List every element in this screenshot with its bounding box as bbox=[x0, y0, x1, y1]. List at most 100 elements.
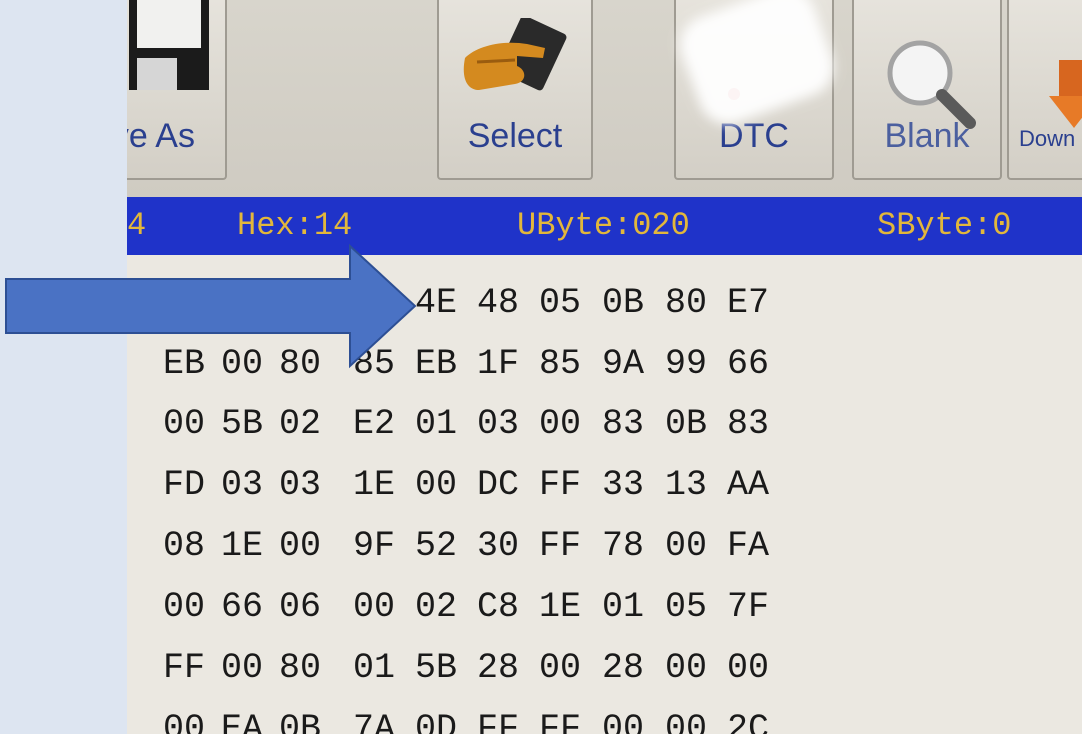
hex-byte-cell[interactable]: C8 bbox=[477, 577, 539, 637]
hex-byte-cell[interactable]: 0B bbox=[602, 273, 664, 333]
hex-byte-cell[interactable]: 5B bbox=[221, 394, 283, 454]
download-button[interactable]: Down bbox=[1007, 0, 1082, 180]
hex-byte-cell[interactable]: 00 bbox=[727, 638, 789, 698]
hex-byte-cell[interactable]: 78 bbox=[602, 516, 664, 576]
hex-byte-cell[interactable]: 00 bbox=[221, 334, 283, 394]
status-bar: 4 Hex:14 UByte:020 SByte:0 bbox=[127, 197, 1082, 255]
hex-byte-cell[interactable]: 13 bbox=[665, 455, 727, 515]
hex-byte-cell[interactable]: FF bbox=[539, 455, 601, 515]
hex-byte-cell[interactable]: 48 bbox=[477, 273, 539, 333]
hex-byte-cell[interactable] bbox=[163, 273, 225, 333]
hex-byte-cell[interactable]: 00 bbox=[279, 516, 341, 576]
hex-byte-cell[interactable] bbox=[221, 273, 283, 333]
hex-byte-cell[interactable]: 00 bbox=[163, 577, 225, 637]
hex-byte-cell[interactable]: 03 bbox=[221, 455, 283, 515]
hex-byte-cell[interactable]: 06 bbox=[279, 577, 341, 637]
hex-byte-cell[interactable]: 85 bbox=[353, 334, 415, 394]
hex-byte-cell[interactable]: 03 bbox=[279, 455, 341, 515]
hex-byte-cell[interactable]: AA bbox=[727, 455, 789, 515]
hex-byte-cell[interactable]: 80 bbox=[665, 273, 727, 333]
hex-byte-cell[interactable]: E2 bbox=[353, 394, 415, 454]
hex-byte-cell[interactable]: 02 bbox=[279, 394, 341, 454]
hex-byte-cell[interactable]: 05 bbox=[539, 273, 601, 333]
hex-byte-cell[interactable]: 00 bbox=[163, 394, 225, 454]
hex-byte-cell[interactable]: 28 bbox=[602, 638, 664, 698]
hex-byte-cell[interactable]: 5B bbox=[415, 638, 477, 698]
hex-grid[interactable]: 0 14 4E 48 05 0B 80 E7 EB 00 80 85 EB 1F 85 9A 99 66 00 5B 0… bbox=[127, 255, 1082, 734]
hex-byte-cell[interactable]: FF bbox=[477, 699, 539, 734]
hex-byte-cell[interactable]: 01 bbox=[353, 638, 415, 698]
hex-byte-cell[interactable]: E7 bbox=[727, 273, 789, 333]
floppy-disk-icon bbox=[129, 0, 209, 90]
hex-byte-cell[interactable]: 00 bbox=[539, 394, 601, 454]
hex-byte-cell[interactable]: 66 bbox=[727, 334, 789, 394]
status-hex: Hex:14 bbox=[237, 207, 353, 244]
hex-byte-cell[interactable]: 33 bbox=[602, 455, 664, 515]
hex-byte-cell[interactable]: FD bbox=[163, 455, 225, 515]
select-button[interactable]: Select bbox=[437, 0, 593, 180]
hex-byte-cell[interactable]: 1E bbox=[353, 455, 415, 515]
blank-button[interactable]: Blank bbox=[852, 0, 1002, 180]
hex-byte-cell[interactable]: 03 bbox=[477, 394, 539, 454]
hex-byte-cell[interactable]: 2C bbox=[727, 699, 789, 734]
hex-byte-cell[interactable]: 85 bbox=[539, 334, 601, 394]
hex-byte-cell[interactable]: 0 bbox=[279, 273, 341, 333]
hex-byte-cell[interactable]: 00 bbox=[415, 455, 477, 515]
hex-byte-cell[interactable]: 9F bbox=[353, 516, 415, 576]
hex-byte-cell[interactable]: 66 bbox=[221, 577, 283, 637]
hex-byte-cell[interactable]: FF bbox=[539, 699, 601, 734]
hex-byte-cell[interactable]: 83 bbox=[727, 394, 789, 454]
status-sbyte: SByte:0 bbox=[877, 207, 1012, 244]
hex-byte-cell[interactable]: FF bbox=[539, 516, 601, 576]
hex-byte-cell[interactable]: 08 bbox=[163, 516, 225, 576]
hex-byte-cell[interactable]: 80 bbox=[279, 638, 341, 698]
hex-row: 00 5B 02 E2 01 03 00 83 0B 83 bbox=[127, 394, 1082, 454]
hex-byte-cell[interactable]: 80 bbox=[279, 334, 341, 394]
hex-byte-cell[interactable]: 00 bbox=[665, 638, 727, 698]
hex-byte-cell[interactable]: DC bbox=[477, 455, 539, 515]
hex-byte-cell[interactable]: 4E bbox=[415, 273, 477, 333]
hex-row: FD 03 03 1E 00 DC FF 33 13 AA bbox=[127, 455, 1082, 515]
hex-byte-cell[interactable]: 1F bbox=[477, 334, 539, 394]
edit-cursor: 1 bbox=[353, 283, 381, 323]
hex-byte-cell[interactable]: EA bbox=[221, 699, 283, 734]
hex-byte-cell[interactable]: 01 bbox=[415, 394, 477, 454]
hex-byte-cell[interactable]: 7F bbox=[727, 577, 789, 637]
hex-byte-cell[interactable]: 00 bbox=[163, 699, 225, 734]
hex-byte-cell[interactable]: EB bbox=[163, 334, 225, 394]
hex-byte-cell[interactable]: FA bbox=[727, 516, 789, 576]
hex-byte-cell[interactable]: 0B bbox=[665, 394, 727, 454]
status-offset: 4 bbox=[127, 207, 147, 244]
dtc-label: DTC bbox=[719, 117, 789, 155]
hex-byte-cell[interactable]: 01 bbox=[602, 577, 664, 637]
hex-byte-cell[interactable]: EB bbox=[415, 334, 477, 394]
hex-byte-cell[interactable]: 00 bbox=[539, 638, 601, 698]
hex-byte-cell[interactable]: 9A bbox=[602, 334, 664, 394]
hex-byte-cell[interactable]: 83 bbox=[602, 394, 664, 454]
save-as-label: ve As bbox=[127, 117, 195, 155]
hex-byte-cell[interactable]: 1E bbox=[221, 516, 283, 576]
hex-row: 00 66 06 00 02 C8 1E 01 05 7F bbox=[127, 577, 1082, 637]
hex-byte-cell[interactable]: 14 bbox=[353, 273, 415, 333]
hex-byte-cell[interactable]: 00 bbox=[665, 699, 727, 734]
hand-pointing-chip-icon bbox=[463, 18, 567, 91]
hex-byte-cell[interactable]: 00 bbox=[353, 577, 415, 637]
hex-row: 0 14 4E 48 05 0B 80 E7 bbox=[127, 273, 1082, 333]
hex-byte-cell[interactable]: 1E bbox=[539, 577, 601, 637]
hex-row: FF 00 80 01 5B 28 00 28 00 00 bbox=[127, 638, 1082, 698]
hex-byte-cell[interactable]: 00 bbox=[221, 638, 283, 698]
hex-byte-cell[interactable]: 02 bbox=[415, 577, 477, 637]
hex-byte-cell[interactable]: 0D bbox=[415, 699, 477, 734]
hex-byte-cell[interactable]: 28 bbox=[477, 638, 539, 698]
hex-byte-cell[interactable]: 30 bbox=[477, 516, 539, 576]
save-as-button[interactable]: ve As bbox=[127, 0, 227, 180]
hex-byte-cell[interactable]: 05 bbox=[665, 577, 727, 637]
hex-byte-cell[interactable]: 7A bbox=[353, 699, 415, 734]
hex-byte-cell[interactable]: 99 bbox=[665, 334, 727, 394]
hex-byte-cell[interactable]: 52 bbox=[415, 516, 477, 576]
hex-byte-cell[interactable]: 00 bbox=[665, 516, 727, 576]
hex-byte-cell[interactable]: FF bbox=[163, 638, 225, 698]
status-ubyte: UByte:020 bbox=[517, 207, 690, 244]
hex-byte-cell[interactable]: 00 bbox=[602, 699, 664, 734]
hex-byte-cell[interactable]: 0B bbox=[279, 699, 341, 734]
